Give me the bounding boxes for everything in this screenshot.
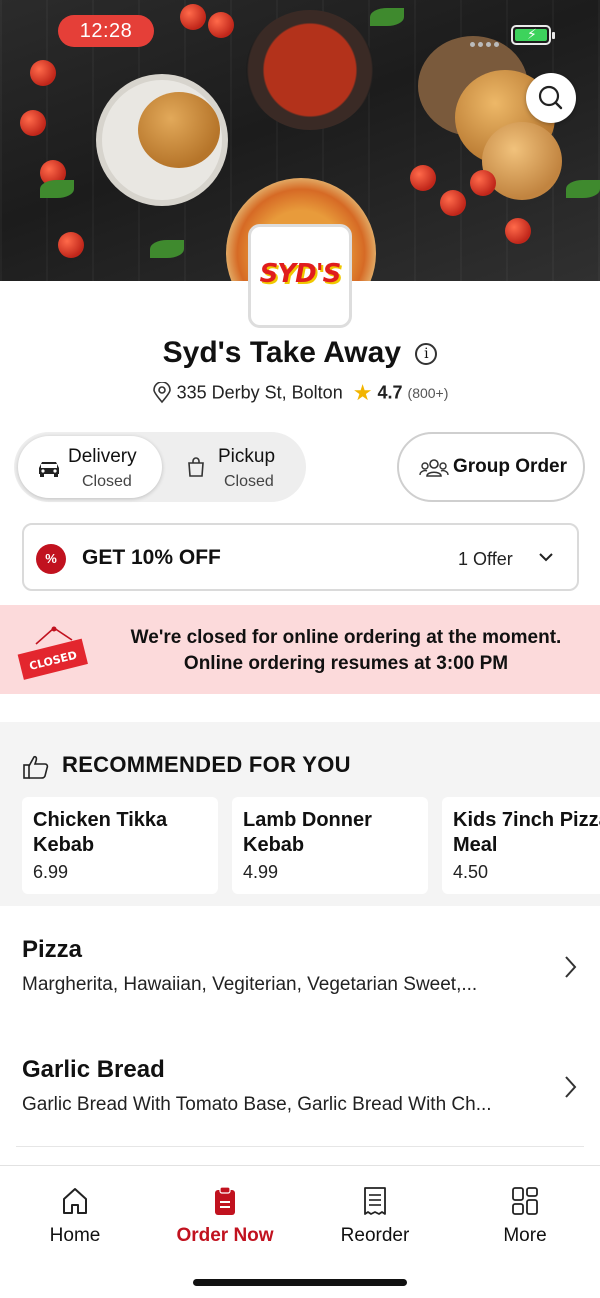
tab-order-now[interactable]: Order Now — [150, 1185, 300, 1255]
recommended-item-name-line2: Meal — [453, 834, 498, 856]
closed-message-line1: We're closed for online ordering at the … — [130, 627, 562, 648]
group-icon — [419, 459, 449, 477]
closed-message: We're closed for online ordering at the … — [110, 625, 582, 677]
offer-title: GET 10% OFF — [82, 546, 221, 569]
recommended-card[interactable]: Lamb Donner Kebab 4.99 — [232, 797, 428, 894]
offer-card[interactable]: % GET 10% OFF 1 Offer — [22, 523, 579, 591]
divider — [16, 1146, 584, 1147]
recommended-item-name-line1: Kids 7inch Pizza — [453, 809, 600, 831]
pickup-status: Closed — [224, 473, 274, 490]
restaurant-logo: SYD'S — [248, 224, 352, 328]
offer-count: 1 Offer — [458, 549, 513, 569]
recommended-card[interactable]: Kids 7inch Pizza Meal 4.50 — [442, 797, 600, 894]
home-indicator — [193, 1279, 407, 1286]
search-icon — [538, 85, 563, 110]
car-icon — [39, 462, 59, 477]
delivery-label: Delivery — [68, 446, 137, 467]
category-row-pizza[interactable]: Pizza Margherita, Hawaiian, Vegiterian, … — [0, 920, 600, 1020]
signal-icon — [470, 34, 504, 47]
tab-more-label: More — [503, 1225, 547, 1246]
delivery-option[interactable]: Delivery Closed — [18, 436, 162, 498]
rating-count: (800+) — [407, 385, 449, 401]
status-time: 12:28 — [58, 15, 154, 47]
info-icon[interactable]: i — [415, 343, 438, 366]
recommended-item-name-line1: Chicken Tikka — [33, 809, 168, 831]
pickup-label: Pickup — [218, 446, 276, 467]
location-pin-icon — [152, 381, 171, 404]
tab-reorder[interactable]: Reorder — [300, 1185, 450, 1255]
recommended-item-name-line2: Kebab — [243, 834, 305, 856]
grid-icon — [512, 1187, 538, 1215]
recommended-item-name: Kids 7inch Pizza Meal — [453, 808, 600, 858]
recommended-heading: RECOMMENDED FOR YOU — [62, 752, 351, 777]
discount-badge-icon: % — [36, 544, 66, 574]
recommended-item-price: 4.50 — [453, 862, 489, 882]
recommended-item-price: 4.99 — [243, 862, 279, 882]
closed-sign-icon: CLOSED — [17, 626, 88, 680]
category-description: Garlic Bread With Tomato Base, Garlic Br… — [22, 1094, 492, 1115]
pickup-option[interactable]: Pickup Closed — [174, 436, 302, 498]
tab-home[interactable]: Home — [0, 1185, 150, 1255]
order-mode-toggle: Delivery Closed Pickup Closed — [14, 432, 306, 502]
recommended-card[interactable]: Chicken Tikka Kebab 6.99 — [22, 797, 218, 894]
recommended-item-price: 6.99 — [33, 862, 69, 882]
logo-text: SYD'S — [259, 259, 342, 289]
tab-home-label: Home — [49, 1225, 101, 1246]
chevron-right-icon — [565, 956, 577, 978]
address-rating-line: 335 Derby St, Bolton ★ 4.7 (800+) — [0, 380, 600, 406]
recommended-item-name: Chicken Tikka Kebab — [33, 808, 223, 858]
order-icon — [215, 1186, 235, 1215]
group-order-button[interactable]: Group Order — [397, 432, 585, 502]
recommended-item-name-line2: Kebab — [33, 834, 95, 856]
closed-message-line2: Online ordering resumes at 3:00 PM — [183, 653, 509, 674]
thumbs-up-icon — [23, 755, 49, 779]
rating-value: 4.7 — [377, 382, 403, 403]
category-row-garlic-bread[interactable]: Garlic Bread Garlic Bread With Tomato Ba… — [0, 1040, 600, 1140]
star-icon: ★ — [352, 380, 373, 405]
tab-more[interactable]: More — [450, 1185, 600, 1255]
category-description: Margherita, Hawaiian, Vegiterian, Vegeta… — [22, 974, 478, 995]
restaurant-name: Syd's Take Away — [162, 336, 402, 369]
home-icon — [63, 1188, 87, 1214]
tab-reorder-label: Reorder — [340, 1225, 410, 1246]
restaurant-address[interactable]: 335 Derby St, Bolton — [177, 383, 343, 403]
restaurant-title: Syd's Take Away i — [0, 336, 600, 370]
tab-order-now-label: Order Now — [176, 1225, 274, 1246]
category-name: Garlic Bread — [22, 1056, 165, 1083]
recommended-item-name: Lamb Donner Kebab — [243, 808, 433, 858]
battery-icon: ⚡ — [511, 25, 555, 45]
receipt-icon — [364, 1187, 386, 1215]
category-name: Pizza — [22, 936, 83, 963]
chevron-down-icon — [539, 553, 553, 562]
search-button[interactable] — [526, 73, 576, 123]
group-order-label: Group Order — [453, 456, 568, 477]
chevron-right-icon — [565, 1076, 577, 1098]
shopping-bag-icon — [188, 457, 204, 477]
delivery-status: Closed — [82, 473, 132, 490]
recommended-item-name-line1: Lamb Donner — [243, 809, 372, 831]
